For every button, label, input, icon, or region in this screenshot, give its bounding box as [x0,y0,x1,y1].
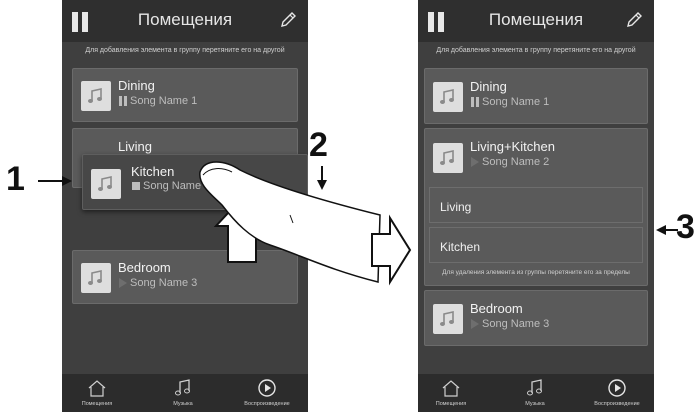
callout-number-1: 1 [6,160,25,198]
instruction-overlay [38,161,678,286]
callout-3-arrowhead [656,225,666,235]
callout-1-arrowhead [62,176,72,186]
callout-2-arrowhead [317,180,327,190]
callout-number-3: 3 [676,208,695,246]
callout-number-2: 2 [309,126,328,164]
